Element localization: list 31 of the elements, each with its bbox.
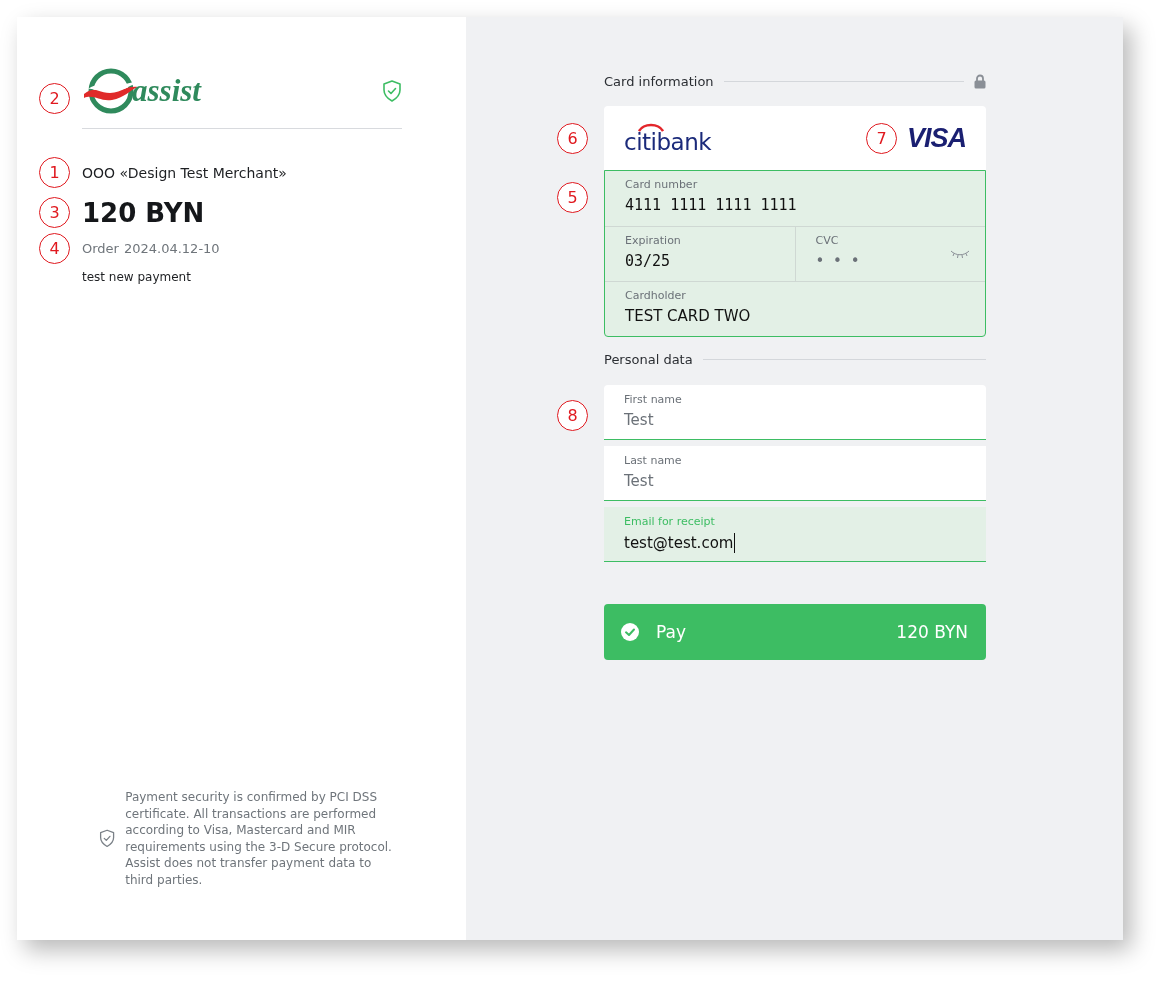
check-circle-icon <box>621 623 639 641</box>
bank-logo: citibank <box>624 122 712 154</box>
text-field[interactable]: First name Test <box>604 385 986 440</box>
order-number: 2024.04.12-10 <box>123 241 220 256</box>
callout-marker: 3 <box>39 197 70 228</box>
shield-check-icon <box>99 829 116 848</box>
card-network-logo: VISA <box>906 122 966 154</box>
callout-marker: 7 <box>865 122 897 154</box>
order-label: Order <box>82 241 119 256</box>
cardholder-field[interactable]: Cardholder TEST CARD TWO <box>605 282 985 336</box>
shield-check-icon <box>382 80 402 102</box>
logo-text: assist <box>132 73 201 109</box>
section-title: Personal data <box>604 352 693 367</box>
text-field[interactable]: Email for receipt test@test.com <box>604 507 986 562</box>
callout-marker: 5 <box>557 182 588 213</box>
section-title: Card information <box>604 74 714 89</box>
callout-marker: 1 <box>39 157 70 188</box>
expiration-field[interactable]: Expiration 03/25 <box>605 227 795 281</box>
text-field[interactable]: Last name Test <box>604 446 986 501</box>
merchant-name: OOO «Design Test Merchant» <box>82 164 288 181</box>
cvc-field[interactable]: CVC • • • <box>794 227 985 281</box>
order-description: test new payment <box>82 270 192 284</box>
callout-marker: 8 <box>557 400 588 431</box>
payment-amount: 120 BYN <box>82 197 206 228</box>
lock-icon <box>974 74 986 89</box>
security-note: Payment security is confirmed by PCI DSS certificate. All transactions are performed according to Visa, Mastercard and MIR requirements using the 3-D Secure protocol. Assist does not transfer payment data to third parties. <box>125 789 393 888</box>
callout-marker: 2 <box>39 83 70 114</box>
hidden-eye-icon[interactable] <box>950 249 970 259</box>
card-number-field[interactable]: Card number 4111 1111 1111 1111 <box>605 171 985 226</box>
callout-marker: 6 <box>557 122 588 154</box>
callout-marker: 4 <box>39 233 70 264</box>
